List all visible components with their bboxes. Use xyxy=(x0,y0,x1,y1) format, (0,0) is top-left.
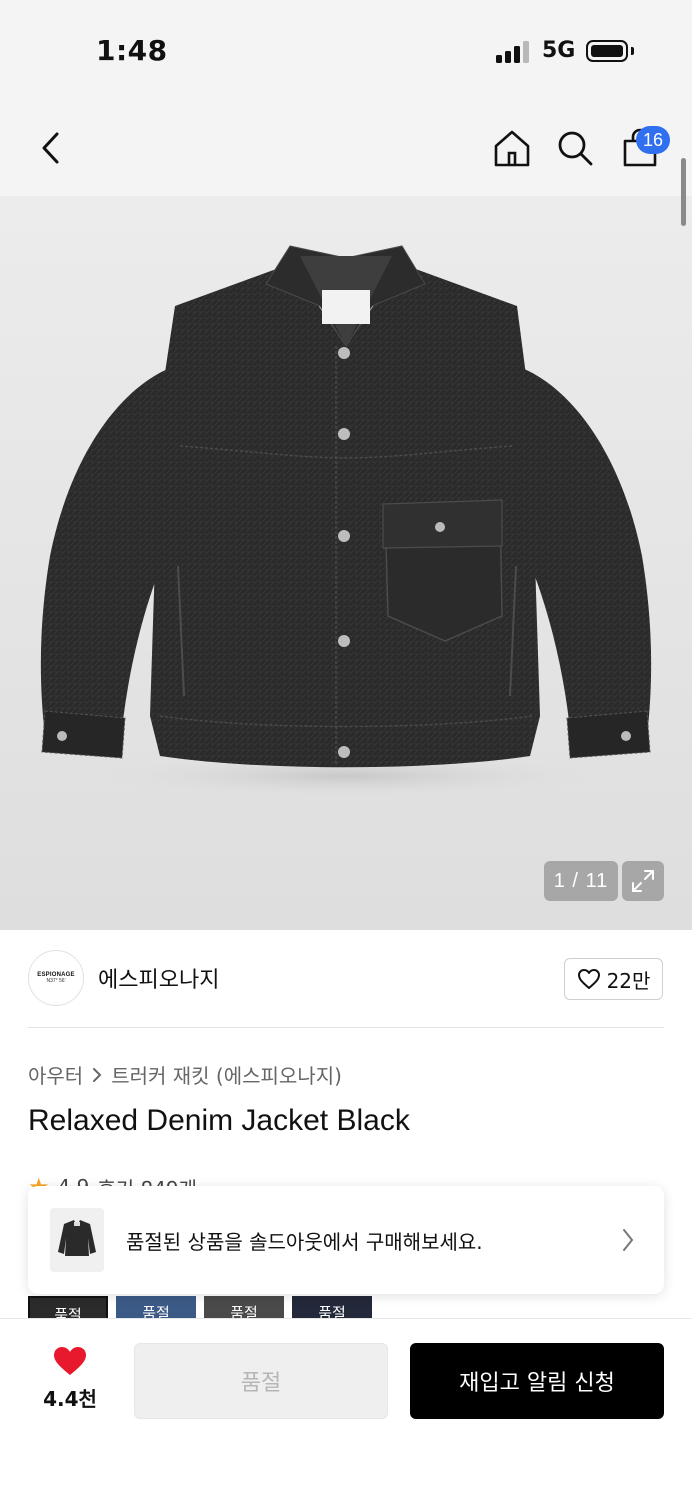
color-thumb[interactable]: 품절 xyxy=(204,1296,284,1318)
heart-outline-icon xyxy=(577,969,600,989)
expand-icon xyxy=(632,870,654,892)
brand-like-count: 22만 xyxy=(606,968,651,993)
expand-image-button[interactable] xyxy=(622,861,664,901)
wishlist-button[interactable]: 4.4천 xyxy=(34,1345,106,1415)
brand-logo[interactable]: ESPIONAGE N37° 56' xyxy=(28,950,84,1006)
soldout-banner[interactable]: 품절된 상품을 솔드아웃에서 구매해보세요. xyxy=(28,1186,664,1294)
search-icon xyxy=(558,131,593,166)
breadcrumb-category[interactable]: 아우터 xyxy=(28,1060,83,1089)
home-icon xyxy=(494,130,530,167)
product-image[interactable] xyxy=(0,196,692,930)
heart-filled-icon xyxy=(54,1347,86,1375)
bottom-action-bar: 4.4천 품절 재입고 알림 신청 xyxy=(0,1318,692,1500)
brand-name[interactable]: 에스피오나지 xyxy=(98,962,219,994)
signal-icon xyxy=(496,41,532,63)
denim-jacket-image xyxy=(40,245,652,798)
back-button[interactable] xyxy=(28,126,72,170)
breadcrumb: 아우터 트러커 재킷 (에스피오나지) xyxy=(28,1060,342,1089)
search-button[interactable] xyxy=(553,126,597,170)
status-bar: 1:48 5G xyxy=(0,0,692,100)
product-title: Relaxed Denim Jacket Black xyxy=(28,1104,410,1137)
chevron-right-icon xyxy=(623,1229,634,1251)
color-thumb[interactable]: 품절 xyxy=(28,1296,108,1318)
brand-like-button[interactable]: 22만 xyxy=(564,958,663,1000)
network-label: 5G xyxy=(542,38,576,63)
chevron-right-icon xyxy=(93,1067,102,1082)
brand-row: ESPIONAGE N37° 56' 에스피오나지 22만 xyxy=(28,948,664,1008)
soldout-button[interactable]: 품절 xyxy=(134,1343,388,1419)
scroll-indicator xyxy=(681,158,686,226)
restock-alert-button[interactable]: 재입고 알림 신청 xyxy=(410,1343,664,1419)
image-page-counter: 1 / 11 xyxy=(544,861,618,901)
divider xyxy=(28,1027,664,1028)
home-button[interactable] xyxy=(490,126,534,170)
battery-icon xyxy=(586,40,628,62)
chevron-left-icon xyxy=(42,132,59,164)
top-nav-bar xyxy=(0,100,692,196)
color-thumb[interactable]: 품절 xyxy=(116,1296,196,1318)
status-time: 1:48 xyxy=(96,34,168,67)
banner-product-thumbnail xyxy=(50,1208,104,1272)
cart-count-badge: 16 xyxy=(636,126,670,154)
breadcrumb-subcategory[interactable]: 트러커 재킷 (에스피오나지) xyxy=(111,1060,342,1089)
color-options: 품절 품절 품절 품절 xyxy=(28,1296,372,1318)
color-thumb[interactable]: 품절 xyxy=(292,1296,372,1318)
banner-text: 품절된 상품을 솔드아웃에서 구매해보세요. xyxy=(126,1230,483,1254)
wishlist-count: 4.4천 xyxy=(43,1387,97,1411)
